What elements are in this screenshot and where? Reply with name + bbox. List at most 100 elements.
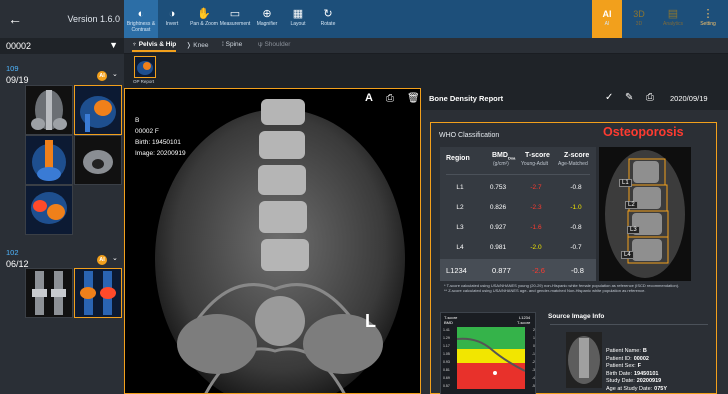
graph-tick-label: 0.69 bbox=[443, 376, 450, 380]
brightness-contrast-tool[interactable]: ◐ Brightness & Contrast bbox=[124, 0, 158, 38]
ai-toggle[interactable]: AI AI bbox=[592, 0, 622, 38]
thumbnail-hip-ai-2[interactable] bbox=[25, 185, 73, 235]
measurement-tool[interactable]: ▭ Measurement bbox=[218, 0, 252, 38]
graph-tick-label: -3 bbox=[531, 368, 535, 372]
chevron-down-icon[interactable]: ⌄ bbox=[112, 254, 118, 262]
bmd-row: L1 0.753 -2.7 -0.8 bbox=[440, 177, 596, 197]
bmd-table-header: Region BMDDxa T-score Z-score (g/cm²) Yo… bbox=[446, 152, 590, 167]
source-info-line: Study Date: 20200919 bbox=[606, 378, 662, 384]
source-info-line: Age at Study Date: 075Y bbox=[606, 385, 668, 392]
bmd-cell-t: -2.3 bbox=[530, 203, 542, 211]
version-label: Version 1.6.0 bbox=[67, 14, 120, 24]
bmd-cell-bmd: 0.753 bbox=[489, 183, 507, 191]
tab-pelvis-hip[interactable]: ♆ Pelvis & Hip bbox=[132, 41, 177, 52]
vertebra-label: L3 bbox=[627, 226, 640, 234]
analytics-icon: ▤ bbox=[667, 8, 679, 20]
op-report-thumbnail[interactable] bbox=[134, 56, 156, 78]
source-info-lines: Patient Name: B Patient ID: 00002 Patient Se… bbox=[606, 348, 667, 393]
thumbnail-knee-xray[interactable] bbox=[25, 268, 73, 318]
3d-toggle[interactable]: 3D 3D bbox=[624, 0, 654, 38]
trash-icon[interactable]: 🗑 bbox=[407, 93, 420, 104]
graph-tick-label: 1.41 bbox=[443, 328, 450, 332]
rotate-tool[interactable]: ↻ Rotate bbox=[316, 0, 340, 38]
thumbnail-spine-ai[interactable] bbox=[25, 135, 73, 185]
check-icon[interactable]: ✓ bbox=[605, 92, 613, 103]
bmd-cell-bmd: 0.981 bbox=[489, 243, 507, 251]
main-toolbar: ◐ Brightness & Contrast ◑ Invert ✋ Pan &… bbox=[124, 0, 728, 38]
bmd-row: L2 0.826 -2.3 -1.0 bbox=[440, 197, 596, 217]
tab-knee[interactable]: ❭ Knee bbox=[186, 41, 208, 49]
knee-icon: ❭ bbox=[186, 42, 192, 49]
back-arrow-icon[interactable]: ← bbox=[8, 11, 22, 27]
bmd-cell-bmd: 0.826 bbox=[489, 203, 507, 211]
patient-id-bar: 00002 ▼ bbox=[0, 38, 124, 54]
bmd-cell-bmd: 0.927 bbox=[489, 223, 507, 231]
brightness-icon: ◐ bbox=[137, 8, 145, 20]
thumbnail-pelvis-xray[interactable] bbox=[74, 135, 122, 185]
bmd-cell-z: -0.8 bbox=[570, 183, 582, 191]
ruler-icon: ▭ bbox=[229, 8, 241, 20]
source-thumbnail bbox=[566, 332, 602, 388]
edit-pencil-icon[interactable]: ✎ bbox=[625, 92, 633, 103]
vertebra-label: L2 bbox=[625, 201, 638, 209]
bmd-cell-z: -1.0 bbox=[570, 203, 582, 211]
bmd-cell-region: L3 bbox=[456, 223, 464, 231]
source-image-info: Source Image Info Patient Name: B Patient … bbox=[546, 312, 712, 394]
print-icon[interactable]: ⎙ bbox=[386, 93, 394, 104]
series-strip: OP Report bbox=[124, 54, 728, 88]
bmd-cell-region: L4 bbox=[456, 243, 464, 251]
ai-badge: AI bbox=[97, 255, 107, 265]
bmd-row: L4 0.981 -2.0 -0.7 bbox=[440, 237, 596, 257]
thumbnail-xray-spine-ap[interactable] bbox=[25, 85, 73, 135]
3d-icon: 3D bbox=[633, 9, 645, 19]
graph-tick-label: -4 bbox=[531, 376, 535, 380]
layout-tool[interactable]: ▦ Layout bbox=[286, 0, 310, 38]
bmd-table: Region BMDDxa T-score Z-score (g/cm²) Yo… bbox=[440, 147, 596, 281]
magnifier-icon: ⊕ bbox=[262, 8, 272, 20]
spine-icon: ⁞ bbox=[222, 41, 224, 48]
graph-tick-label: -2 bbox=[531, 360, 535, 364]
chevron-down-icon[interactable]: ⌄ bbox=[112, 70, 118, 78]
who-label: WHO Classification bbox=[439, 132, 500, 139]
invert-tool[interactable]: ◑ Invert bbox=[158, 0, 186, 38]
source-info-line: Birth Date: 19450101 bbox=[606, 370, 659, 377]
hand-icon: ✋ bbox=[197, 8, 211, 20]
report-date: 2020/09/19 bbox=[670, 94, 708, 103]
thumbnail-hip-ai[interactable] bbox=[74, 85, 122, 135]
tab-shoulder[interactable]: ψ Shoulder bbox=[258, 41, 290, 48]
report-header: Bone Density Report ✓ ✎ ⎙ 2020/09/19 bbox=[421, 88, 728, 110]
spine-dxa-image[interactable]: L1 L2 L3 L4 bbox=[599, 147, 691, 281]
tab-spine[interactable]: ⁞ Spine bbox=[222, 41, 242, 48]
graph-tick-label: 0 bbox=[533, 344, 535, 348]
thumbnail-knee-ai[interactable] bbox=[74, 268, 122, 318]
bone-density-report-panel: Bone Density Report ✓ ✎ ⎙ 2020/09/19 WHO… bbox=[421, 88, 728, 394]
graph-tick-label: -5 bbox=[531, 384, 535, 388]
vertebra-label: L1 bbox=[619, 179, 632, 187]
xray-viewer[interactable]: B 00002 F Birth: 19450101 Image: 2020091… bbox=[124, 88, 421, 394]
graph-tick-label: 0.93 bbox=[443, 360, 450, 364]
shoulder-icon: ψ bbox=[258, 41, 263, 48]
filter-icon[interactable]: ▼ bbox=[109, 40, 118, 50]
patient-id: 00002 bbox=[6, 41, 32, 51]
total-row: L1234 0.877 -2.6 -0.8 bbox=[440, 259, 596, 281]
sidebar-header: ← Version 1.6.0 bbox=[0, 0, 124, 38]
graph-tick-label: 1.05 bbox=[443, 352, 450, 356]
bmd-reference-graph: T-score BMD L1234 T-score 1.41 1.29 1.17 1.… bbox=[440, 312, 536, 394]
setting-button[interactable]: ⋮ Setting bbox=[692, 0, 724, 38]
body-part-tabs: ♆ Pelvis & Hip ❭ Knee ⁞ Spine ψ Shoulder bbox=[124, 38, 728, 54]
report-title: Bone Density Report bbox=[429, 94, 504, 103]
pan-zoom-tool[interactable]: ✋ Pan & Zoom bbox=[190, 0, 218, 38]
dicom-overlay-info: B 00002 F Birth: 19450101 Image: 2020091… bbox=[135, 117, 186, 157]
graph-tick-label: 1.29 bbox=[443, 336, 450, 340]
graph-tick-label: 1 bbox=[533, 336, 535, 340]
annotation-tool-button[interactable]: A bbox=[365, 92, 373, 104]
magnifier-tool[interactable]: ⊕ Magnifier bbox=[254, 0, 280, 38]
study-sidebar: ← Version 1.6.0 00002 ▼ 109 09/19 AI ⌄ 1… bbox=[0, 0, 124, 394]
graph-tick-label: 1.17 bbox=[443, 344, 450, 348]
print-icon[interactable]: ⎙ bbox=[646, 92, 654, 103]
analytics-toggle[interactable]: ▤ Analytics bbox=[656, 0, 690, 38]
diagnosis-label: Osteoporosis bbox=[603, 125, 684, 139]
bmd-cell-t: -1.6 bbox=[530, 223, 542, 231]
layout-grid-icon: ▦ bbox=[292, 8, 304, 20]
source-info-line: Patient Name: B bbox=[606, 348, 647, 354]
